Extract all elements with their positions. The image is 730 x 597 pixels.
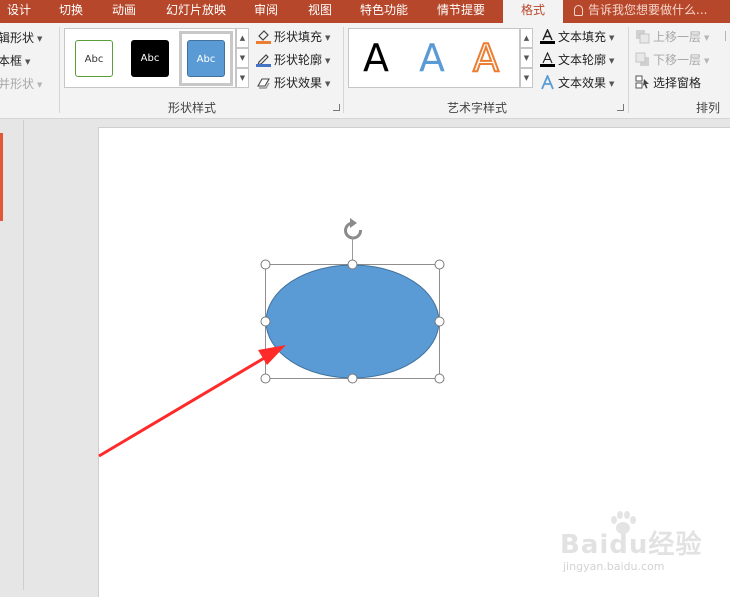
edit-shape-label: 辑形状 [0, 31, 35, 45]
tell-me-text: 告诉我您想要做什么... [588, 3, 708, 17]
merge-shapes-label: 并形状 [0, 77, 35, 91]
shape-style-swatch-black[interactable]: Abc [131, 40, 169, 77]
shape-fill-button[interactable]: 形状填充 ▼ [256, 27, 330, 47]
tab-format[interactable]: 格式 [503, 0, 563, 23]
resize-handle-bottom-right[interactable] [434, 373, 445, 384]
pencil-icon [256, 52, 271, 67]
shape-outline-button[interactable]: 形状轮廓 ▼ [256, 50, 330, 70]
resize-handle-left[interactable] [260, 316, 271, 327]
text-outline-icon [540, 51, 555, 67]
dropdown-caret-icon: ▼ [704, 57, 710, 65]
ribbon-tab-bar: 设计 切换 动画 幻灯片放映 审阅 视图 特色功能 情节提要 格式 告诉我您想要… [0, 0, 730, 23]
watermark-logo-text: Baidu经验 [560, 530, 703, 560]
align-icon[interactable] [725, 31, 730, 41]
bring-forward-icon [635, 29, 650, 44]
group-separator [59, 27, 60, 113]
shape-effects-label: 形状效果 [274, 76, 323, 90]
bring-forward-button[interactable]: 上移一层 ▼ [635, 27, 709, 47]
text-outline-button[interactable]: 文本轮廓 ▼ [540, 50, 614, 70]
dropdown-caret-icon: ▼ [704, 34, 710, 42]
text-effects-label: 文本效果 [558, 76, 607, 90]
shape-effects-button[interactable]: 形状效果 ▼ [256, 73, 330, 93]
dropdown-caret-icon: ▼ [609, 57, 615, 65]
paint-bucket-icon [256, 29, 271, 44]
resize-handle-bottom[interactable] [347, 373, 358, 384]
wordart-styles-group-label: 艺术字样式 [447, 101, 508, 115]
ribbon: 辑形状 ▼ 本框 ▼ 并形状 ▼ Abc Abc Abc ▲ ▼ ▼ 形状填充 ▼ 形状… [0, 23, 730, 119]
resize-handle-top-left[interactable] [260, 259, 271, 270]
shape-styles-dialog-launcher-icon[interactable] [333, 104, 340, 111]
dropdown-caret-icon: ▼ [609, 80, 615, 88]
text-effects-icon [540, 73, 555, 90]
wordart-styles-dialog-launcher-icon[interactable] [617, 104, 624, 111]
tab-slideshow[interactable]: 幻灯片放映 [163, 0, 229, 23]
text-fill-label: 文本填充 [558, 30, 607, 44]
tab-special-features[interactable]: 特色功能 [357, 0, 411, 23]
send-backward-label: 下移一层 [653, 53, 702, 67]
wordart-style-black[interactable]: A [363, 33, 389, 83]
dropdown-caret-icon: ▼ [325, 34, 331, 42]
text-box-button[interactable]: 本框 ▼ [0, 51, 30, 71]
resize-handle-top-right[interactable] [434, 259, 445, 270]
lightbulb-icon [574, 5, 583, 16]
dropdown-caret-icon: ▼ [37, 35, 43, 43]
wordart-scroll-up-icon[interactable]: ▲ [520, 28, 533, 48]
watermark-url-text: jingyan.baidu.com [563, 560, 665, 573]
dropdown-caret-icon: ▼ [325, 80, 331, 88]
text-outline-label: 文本轮廓 [558, 53, 607, 67]
arrange-group-label: 排列 [696, 101, 721, 115]
text-box-label: 本框 [0, 54, 23, 68]
selection-pane-icon [635, 75, 650, 90]
gallery-scroll-up-icon[interactable]: ▲ [236, 28, 249, 48]
group-separator [343, 27, 344, 113]
tab-review[interactable]: 审阅 [251, 0, 281, 23]
slide-thumbnail-pane[interactable] [0, 120, 24, 590]
dropdown-caret-icon: ▼ [325, 57, 331, 65]
shape-effects-icon [256, 75, 271, 90]
shape-outline-label: 形状轮廓 [274, 53, 323, 67]
shape-style-swatch-blue[interactable]: Abc [187, 40, 225, 77]
resize-handle-right[interactable] [434, 316, 445, 327]
resize-handle-bottom-left[interactable] [260, 373, 271, 384]
tab-transitions[interactable]: 切换 [56, 0, 86, 23]
dropdown-caret-icon: ▼ [609, 34, 615, 42]
resize-handle-top[interactable] [347, 259, 358, 270]
wordart-style-gallery: A A A [348, 28, 520, 88]
tab-animations[interactable]: 动画 [109, 0, 139, 23]
selection-pane-label: 选择窗格 [653, 76, 702, 90]
baidu-watermark: Baidu经验 jingyan.baidu.com [560, 510, 703, 580]
shape-styles-group-label: 形状样式 [168, 101, 217, 115]
tab-design[interactable]: 设计 [4, 0, 34, 23]
wordart-scroll-down-icon[interactable]: ▼ [520, 48, 533, 68]
shape-style-swatch-green-outline[interactable]: Abc [75, 40, 113, 77]
selection-pane-button[interactable]: 选择窗格 [635, 73, 701, 93]
gallery-more-icon[interactable]: ▼ [236, 68, 249, 88]
shape-style-gallery: Abc Abc Abc [64, 28, 236, 88]
wordart-more-icon[interactable]: ▼ [520, 68, 533, 88]
merge-shapes-button[interactable]: 并形状 ▼ [0, 74, 42, 94]
group-separator [628, 27, 629, 113]
ellipse-shape[interactable] [265, 264, 440, 379]
wordart-style-blue[interactable]: A [419, 33, 445, 83]
text-fill-icon [540, 28, 555, 44]
tab-view[interactable]: 视图 [305, 0, 335, 23]
wordart-style-orange-outline[interactable]: A [472, 33, 500, 83]
selected-thumbnail-indicator [0, 133, 3, 221]
send-backward-icon [635, 52, 650, 67]
dropdown-caret-icon: ▼ [37, 81, 43, 89]
shape-fill-label: 形状填充 [274, 30, 323, 44]
dropdown-caret-icon: ▼ [25, 58, 31, 66]
text-effects-button[interactable]: 文本效果 ▼ [540, 73, 614, 93]
tab-storyboard[interactable]: 情节提要 [434, 0, 488, 23]
gallery-scroll-down-icon[interactable]: ▼ [236, 48, 249, 68]
edit-shape-button[interactable]: 辑形状 ▼ [0, 28, 42, 48]
send-backward-button[interactable]: 下移一层 ▼ [635, 50, 709, 70]
tell-me-search[interactable]: 告诉我您想要做什么... [574, 0, 707, 23]
text-fill-button[interactable]: 文本填充 ▼ [540, 27, 614, 47]
bring-forward-label: 上移一层 [653, 30, 702, 44]
